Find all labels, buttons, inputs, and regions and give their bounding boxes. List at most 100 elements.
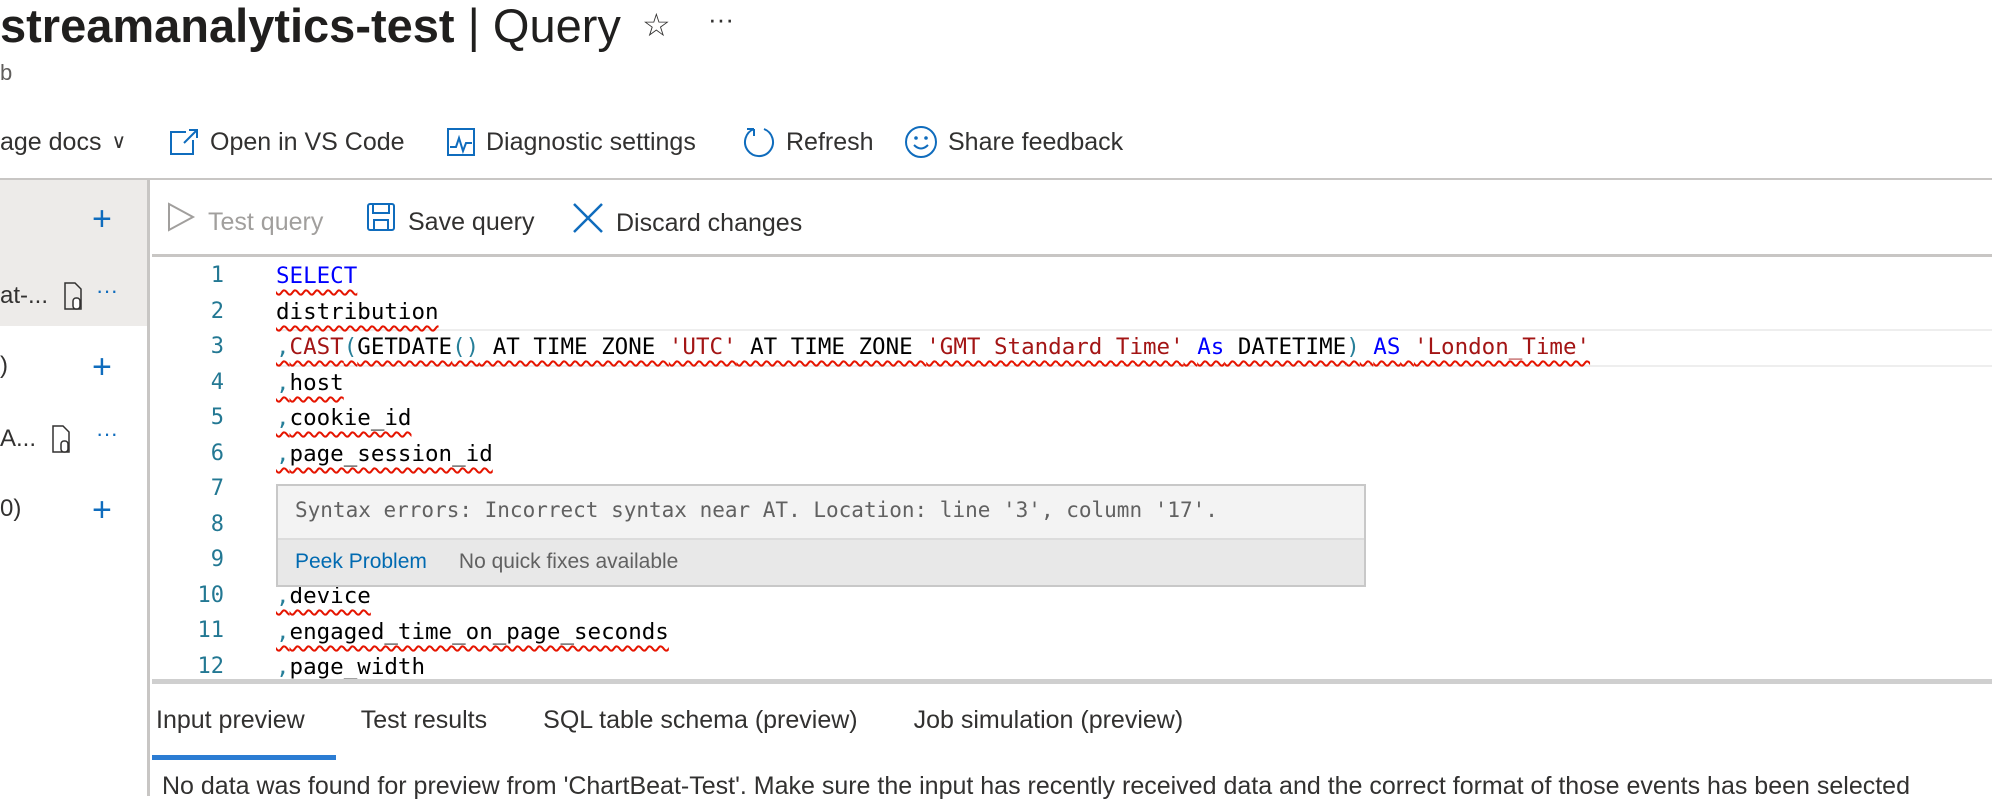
blade-name: | Query (454, 0, 621, 52)
line-number: 1 (210, 263, 224, 288)
token: AT TIME ZONE (736, 334, 927, 360)
page-title: streamanalytics-test | Query (0, 0, 621, 56)
line-number: 3 (210, 334, 224, 359)
more-icon[interactable]: ··· (708, 4, 734, 35)
line-number: 11 (197, 618, 225, 643)
token: 'UTC' (668, 334, 737, 360)
token: , (276, 334, 290, 360)
input-item[interactable]: at-... (0, 282, 48, 310)
token: As (1197, 334, 1225, 360)
token: 'GMT Standard Time' (926, 334, 1184, 360)
tab-sql-table-schema[interactable]: SQL table schema (preview) (543, 706, 857, 735)
save-query-label: Save query (408, 208, 535, 236)
token: DATETIME (1224, 334, 1347, 360)
open-external-icon (168, 127, 200, 157)
refresh-icon (742, 125, 776, 159)
more-icon[interactable]: ··· (96, 421, 118, 447)
line-number: 4 (210, 369, 224, 395)
test-query-button[interactable]: Test query (166, 202, 323, 242)
more-icon[interactable]: ··· (96, 278, 118, 304)
line-number: 2 (210, 298, 224, 324)
code-line: ,host (276, 370, 344, 396)
code-line: ,cookie_id (276, 405, 411, 431)
line-number: 7 (210, 476, 224, 501)
bottom-tabs: Input preview Test results SQL table sch… (156, 706, 1183, 735)
line-number: 9 (210, 547, 224, 572)
star-icon[interactable]: ☆ (642, 6, 671, 44)
chevron-down-icon: ∨ (111, 131, 127, 153)
tab-job-simulation[interactable]: Job simulation (preview) (914, 706, 1184, 735)
share-feedback-button[interactable]: Share feedback (904, 124, 1123, 160)
output-item-label: A... (0, 425, 37, 452)
token: 'London_Time' (1413, 334, 1591, 360)
smiley-icon (904, 125, 938, 159)
token: GETDATE (357, 334, 453, 360)
refresh-button[interactable]: Refresh (742, 124, 874, 160)
divider (0, 178, 1992, 180)
output-item[interactable]: A... (0, 425, 36, 453)
subtitle: b (0, 60, 13, 85)
comma: , (276, 619, 290, 645)
keyword: SELECT (276, 263, 358, 289)
diagnostic-settings-label: Diagnostic settings (486, 128, 696, 156)
file-db-icon (64, 282, 82, 315)
comma: , (276, 405, 290, 431)
open-vscode-button[interactable]: Open in VS Code (168, 124, 405, 160)
add-function-button[interactable]: + (92, 493, 112, 527)
line-number: 6 (210, 440, 224, 466)
diagnostic-settings-button[interactable]: Diagnostic settings (446, 124, 696, 160)
query-editor[interactable]: 1 2 3 4 5 6 7 8 9 10 11 12 SELECT distribution ,CAS… (152, 254, 1992, 684)
peek-problem-link[interactable]: Peek Problem (295, 550, 427, 574)
error-hover-tooltip: Syntax errors: Incorrect syntax near AT.… (276, 484, 1366, 587)
save-query-button[interactable]: Save query (366, 202, 534, 242)
docs-label: age docs (0, 128, 102, 156)
column: engaged_time_on_page_seconds (289, 619, 669, 645)
discard-changes-button[interactable]: Discard changes (572, 202, 802, 244)
line-number: 12 (197, 653, 225, 679)
code-line: SELECT (276, 263, 357, 289)
token: AT TIME ZONE (479, 334, 669, 360)
line-number: 8 (210, 511, 224, 537)
refresh-label: Refresh (786, 128, 874, 156)
code-line: ,CAST(GETDATE() AT TIME ZONE 'UTC' AT TI… (276, 334, 1590, 360)
comma: , (276, 441, 290, 467)
save-icon (366, 202, 396, 242)
active-tab-indicator (152, 755, 336, 760)
column: host (289, 370, 344, 396)
token: ) (1346, 334, 1360, 360)
comma: , (276, 370, 290, 396)
code-line: distribution (276, 299, 439, 325)
token: ( (343, 334, 358, 360)
code-line: ,page_width (276, 654, 426, 680)
close-icon (572, 202, 604, 244)
column: page_session_id (289, 441, 493, 467)
resource-name: streamanalytics-test (0, 0, 455, 52)
open-vscode-label: Open in VS Code (210, 128, 405, 156)
docs-menu[interactable]: age docs ∨ (0, 124, 126, 160)
tab-test-results[interactable]: Test results (361, 706, 487, 735)
line-number: 5 (210, 405, 224, 430)
file-db-icon (52, 425, 70, 458)
add-output-button[interactable]: + (92, 350, 112, 384)
token: () (452, 334, 480, 360)
input-item-label: at-... (0, 282, 49, 309)
column: page_width (289, 654, 426, 680)
test-query-label: Test query (208, 208, 324, 236)
group-label: ) (0, 352, 8, 379)
code-line: ,page_session_id (276, 441, 493, 467)
tab-input-preview[interactable]: Input preview (156, 706, 305, 735)
comma: , (276, 654, 290, 680)
list-item[interactable]: 0) (0, 495, 21, 523)
group-label: 0) (0, 495, 22, 522)
token: AS (1373, 334, 1401, 360)
play-icon (166, 202, 196, 242)
no-quick-fixes-label: No quick fixes available (458, 550, 679, 573)
list-item[interactable]: ) (0, 352, 8, 380)
add-input-button[interactable]: + (92, 202, 112, 236)
share-feedback-label: Share feedback (948, 128, 1124, 156)
token: CAST (289, 334, 344, 360)
discard-changes-label: Discard changes (616, 209, 803, 237)
